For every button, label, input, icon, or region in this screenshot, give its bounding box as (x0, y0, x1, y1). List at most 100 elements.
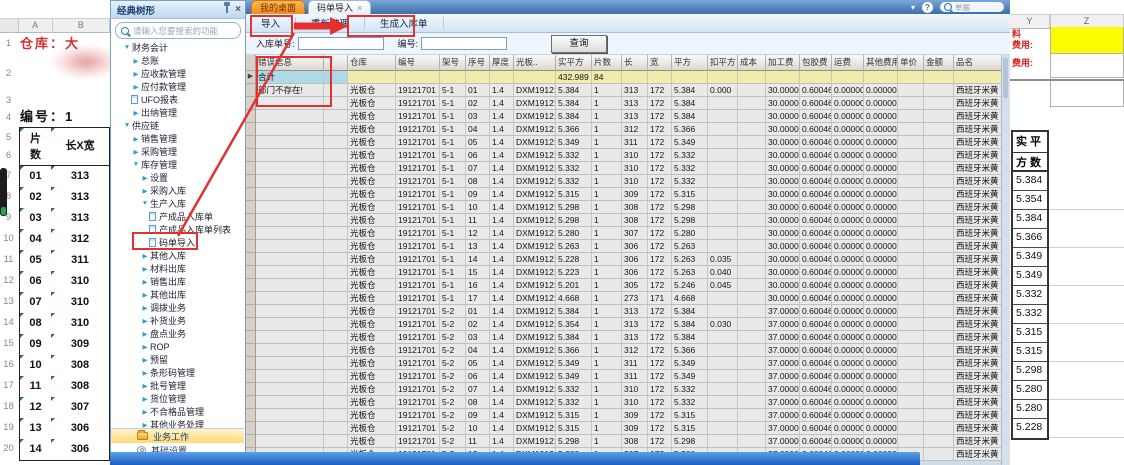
grid-cell[interactable]: 0.00000 (864, 331, 898, 344)
grid-cell[interactable]: 1 (592, 383, 622, 396)
grid-cell[interactable] (738, 253, 766, 266)
excel-cell[interactable]: 14 (19, 439, 52, 461)
grid-cell[interactable]: 1.4 (490, 162, 514, 175)
grid-cell[interactable]: 西班牙米黄 (954, 279, 1002, 292)
grid-cell[interactable] (738, 110, 766, 123)
grid-cell[interactable]: 西班牙米黄 (954, 292, 1002, 305)
excel-cell[interactable]: 313 (51, 187, 110, 209)
grid-cell[interactable]: 5.315 (556, 409, 592, 422)
grid-cell[interactable]: 西班牙米黄 (954, 227, 1002, 240)
grid-cell[interactable]: 光板仓 (348, 292, 396, 305)
grid-cell[interactable]: 光板仓 (348, 409, 396, 422)
grid-cell[interactable]: 1.4 (490, 435, 514, 448)
grid-cell[interactable] (924, 214, 954, 227)
grid-cell[interactable]: 02 (466, 97, 490, 110)
grid-cell[interactable]: 30.00000 (766, 201, 800, 214)
grid-header-cell[interactable]: 平方 (672, 55, 708, 71)
grid-cell[interactable]: 0.00000 (864, 253, 898, 266)
grid-cell[interactable] (738, 240, 766, 253)
grid-cell[interactable]: 1.4 (490, 97, 514, 110)
grid-cell[interactable]: 310 (622, 162, 648, 175)
grid-cell[interactable]: 172 (648, 279, 672, 292)
grid-cell[interactable] (256, 435, 324, 448)
grid-cell[interactable]: DXM191217 (514, 175, 556, 188)
grid-cell[interactable]: 5.332 (556, 149, 592, 162)
grid-cell[interactable]: 172 (648, 409, 672, 422)
grid-cell[interactable] (738, 383, 766, 396)
grid-cell[interactable]: 08 (466, 175, 490, 188)
row-selector[interactable] (246, 279, 256, 292)
grid-cell[interactable] (324, 370, 348, 383)
grid-cell[interactable] (924, 175, 954, 188)
grid-cell[interactable]: 光板仓 (348, 136, 396, 149)
grid-cell[interactable]: 5.349 (672, 370, 708, 383)
titlebar-search-input[interactable]: 单据 (940, 2, 1004, 12)
grid-cell[interactable]: 19121701 (396, 175, 440, 188)
grid-cell[interactable] (324, 71, 348, 84)
grid-cell[interactable]: 0.60046 (800, 383, 832, 396)
excel-cell[interactable]: 10 (19, 355, 52, 377)
grid-cell[interactable] (898, 422, 924, 435)
excel-select-all-corner[interactable] (0, 19, 19, 32)
grid-cell[interactable]: 0.00000 (864, 110, 898, 123)
grid-cell[interactable]: 4.668 (672, 292, 708, 305)
grid-header-cell[interactable] (324, 55, 348, 71)
grid-cell[interactable]: 0.60046 (800, 188, 832, 201)
excel-cell[interactable]: 04 (19, 229, 52, 251)
grid-cell[interactable] (924, 357, 954, 370)
grid-cell[interactable]: 37.00000 (766, 435, 800, 448)
grid-cell[interactable]: 313 (622, 318, 648, 331)
grid-cell[interactable]: 5.315 (672, 409, 708, 422)
grid-cell[interactable]: 0.00000 (832, 409, 864, 422)
grid-cell[interactable]: 5-1 (440, 149, 466, 162)
grid-cell[interactable]: 19121701 (396, 318, 440, 331)
grid-cell[interactable] (324, 422, 348, 435)
grid-cell[interactable] (898, 97, 924, 110)
grid-cell[interactable]: 0.00000 (832, 318, 864, 331)
grid-cell[interactable] (924, 136, 954, 149)
grid-cell[interactable] (256, 227, 324, 240)
grid-cell[interactable]: 0.00000 (864, 422, 898, 435)
grid-cell[interactable]: 5.246 (672, 279, 708, 292)
grid-cell[interactable]: 172 (648, 136, 672, 149)
tab-my-desktop[interactable]: 我的桌面 (251, 0, 305, 14)
grid-cell[interactable]: 172 (648, 123, 672, 136)
grid-cell[interactable]: 310 (622, 383, 648, 396)
grid-cell[interactable] (898, 435, 924, 448)
excel-cell[interactable]: 07 (19, 292, 52, 314)
excel-cell[interactable]: 5.332 (1013, 286, 1047, 305)
grid-cell[interactable] (324, 279, 348, 292)
grid-cell[interactable]: 19121701 (396, 279, 440, 292)
grid-cell[interactable]: 5.384 (556, 331, 592, 344)
grid-cell[interactable]: 172 (648, 357, 672, 370)
grid-cell[interactable]: DXM191217 (514, 344, 556, 357)
excel-cell[interactable]: 306 (51, 439, 110, 461)
grid-cell[interactable] (672, 71, 708, 84)
grid-cell[interactable] (324, 201, 348, 214)
grid-cell[interactable]: 0.00000 (832, 175, 864, 188)
grid-cell[interactable] (256, 240, 324, 253)
grid-cell[interactable]: 12 (466, 227, 490, 240)
grid-cell[interactable]: 172 (648, 240, 672, 253)
grid-cell[interactable] (324, 162, 348, 175)
grid-cell[interactable]: 172 (648, 188, 672, 201)
grid-cell[interactable]: 1 (592, 305, 622, 318)
grid-cell[interactable]: 1.4 (490, 266, 514, 279)
grid-cell[interactable]: DXM191217 (514, 435, 556, 448)
row-selector[interactable] (246, 370, 256, 383)
grid-cell[interactable]: 1 (592, 253, 622, 266)
grid-cell[interactable] (898, 136, 924, 149)
grid-cell[interactable]: 19121701 (396, 292, 440, 305)
grid-cell[interactable] (738, 331, 766, 344)
import-button[interactable]: 导入 (252, 15, 289, 32)
excel-cell[interactable]: 308 (51, 376, 110, 398)
grid-cell[interactable]: 84 (592, 71, 622, 84)
grid-cell[interactable]: 0.00000 (832, 162, 864, 175)
grid-cell[interactable]: 5.384 (672, 305, 708, 318)
grid-cell[interactable] (708, 292, 738, 305)
grid-cell[interactable]: 172 (648, 331, 672, 344)
grid-cell[interactable]: 5-2 (440, 370, 466, 383)
grid-cell[interactable]: 0.60046 (800, 97, 832, 110)
grid-cell[interactable] (256, 214, 324, 227)
grid-cell[interactable]: 部门不存在! (256, 84, 324, 97)
